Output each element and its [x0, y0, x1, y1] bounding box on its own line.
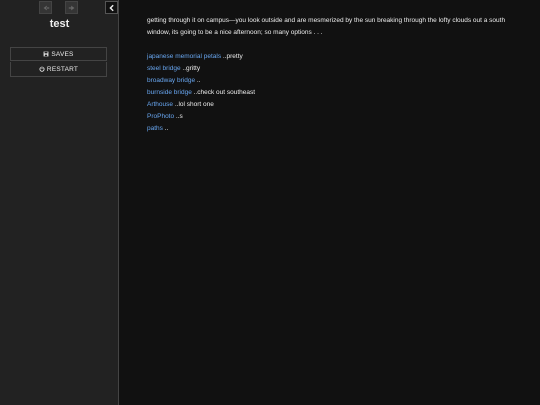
link-paths[interactable]: paths — [147, 125, 163, 132]
link-burnside-bridge[interactable]: burnside bridge — [147, 89, 192, 96]
arrow-left-icon — [43, 5, 49, 10]
link-arthouse[interactable]: Arthouse — [147, 101, 173, 108]
option-broadway-bridge: broadway bridge .. — [147, 75, 507, 87]
passage-intro: getting through it on campus—you look ou… — [147, 17, 506, 36]
saves-button[interactable]: SAVES — [10, 47, 107, 61]
chevron-left-icon — [108, 4, 114, 11]
link-broadway-bridge[interactable]: broadway bridge — [147, 77, 195, 84]
option-note: .. — [162, 125, 169, 132]
option-note: ..check out southeast — [191, 89, 256, 96]
restart-button[interactable]: RESTART — [10, 62, 107, 77]
option-burnside-bridge: burnside bridge ..check out southeast — [147, 87, 507, 99]
option-note: ..s — [174, 113, 183, 120]
floppy-disk-icon — [43, 51, 49, 57]
option-note: .. — [195, 77, 201, 84]
option-note: ..gritty — [180, 65, 201, 72]
option-paths: paths .. — [147, 123, 507, 135]
power-icon — [39, 66, 45, 72]
history-forward-button[interactable] — [65, 1, 78, 14]
sidebar-toggle-button[interactable] — [105, 1, 118, 14]
sidebar: test SAVES RESTART — [0, 0, 119, 405]
option-note: ..pretty — [221, 53, 243, 60]
history-back-button[interactable] — [39, 1, 52, 14]
story-title: test — [49, 18, 70, 30]
arrow-right-icon — [68, 5, 74, 10]
link-steel-bridge[interactable]: steel bridge — [147, 65, 181, 72]
option-japanese-memorial-petals: japanese memorial petals ..pretty — [147, 51, 507, 63]
option-prophoto: ProPhoto ..s — [147, 111, 507, 123]
option-note: ..lol short one — [173, 101, 214, 108]
option-steel-bridge: steel bridge ..gritty — [147, 63, 507, 75]
saves-label: SAVES — [51, 50, 74, 58]
option-arthouse: Arthouse ..lol short one — [147, 99, 507, 111]
link-prophoto[interactable]: ProPhoto — [147, 113, 174, 120]
restart-label: RESTART — [46, 65, 79, 73]
passage: getting through it on campus—you look ou… — [147, 15, 507, 135]
link-japanese-memorial-petals[interactable]: japanese memorial petals — [147, 53, 221, 60]
